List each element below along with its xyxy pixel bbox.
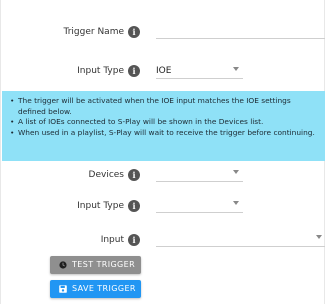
floppy-disk-icon bbox=[59, 285, 67, 293]
trigger-name-input[interactable] bbox=[156, 25, 325, 39]
info-icon[interactable]: i bbox=[128, 169, 140, 181]
info-notice: The trigger will be activated when the I… bbox=[2, 91, 325, 161]
info-icon[interactable]: i bbox=[128, 234, 140, 246]
stopwatch-icon bbox=[59, 261, 67, 269]
devices-label: Devices bbox=[88, 170, 124, 180]
input-type-label: Input Type bbox=[77, 66, 124, 76]
trigger-name-label: Trigger Name bbox=[63, 27, 124, 37]
info-icon[interactable]: i bbox=[128, 200, 140, 212]
chevron-down-icon bbox=[316, 235, 322, 239]
input-type-select[interactable] bbox=[156, 199, 243, 213]
info-item: When used in a playlist, S-Play will wai… bbox=[10, 128, 318, 139]
input-type-value: IOE bbox=[156, 66, 172, 76]
chevron-down-icon bbox=[233, 170, 239, 174]
trigger-form-panel: Trigger Name i Input Type i IOE The trig… bbox=[0, 0, 325, 304]
save-trigger-button[interactable]: SAVE TRIGGER bbox=[50, 280, 141, 298]
chevron-down-icon bbox=[233, 67, 239, 71]
info-icon[interactable]: i bbox=[128, 26, 140, 38]
input-select[interactable] bbox=[156, 233, 325, 247]
info-list: The trigger will be activated when the I… bbox=[10, 96, 318, 138]
info-item: A list of IOEs connected to S-Play will … bbox=[10, 117, 318, 128]
input-label: Input bbox=[100, 235, 124, 245]
input-type-select[interactable]: IOE bbox=[156, 65, 243, 79]
info-icon[interactable]: i bbox=[128, 65, 140, 77]
chevron-down-icon bbox=[233, 201, 239, 205]
test-trigger-label: TEST TRIGGER bbox=[72, 260, 136, 269]
devices-select[interactable] bbox=[156, 168, 243, 182]
test-trigger-button[interactable]: TEST TRIGGER bbox=[50, 256, 141, 274]
save-trigger-label: SAVE TRIGGER bbox=[72, 284, 136, 293]
input-type-label: Input Type bbox=[77, 201, 124, 211]
trigger-editor: Trigger Name i Input Type i IOE The trig… bbox=[0, 0, 325, 304]
info-item: The trigger will be activated when the I… bbox=[10, 96, 318, 117]
